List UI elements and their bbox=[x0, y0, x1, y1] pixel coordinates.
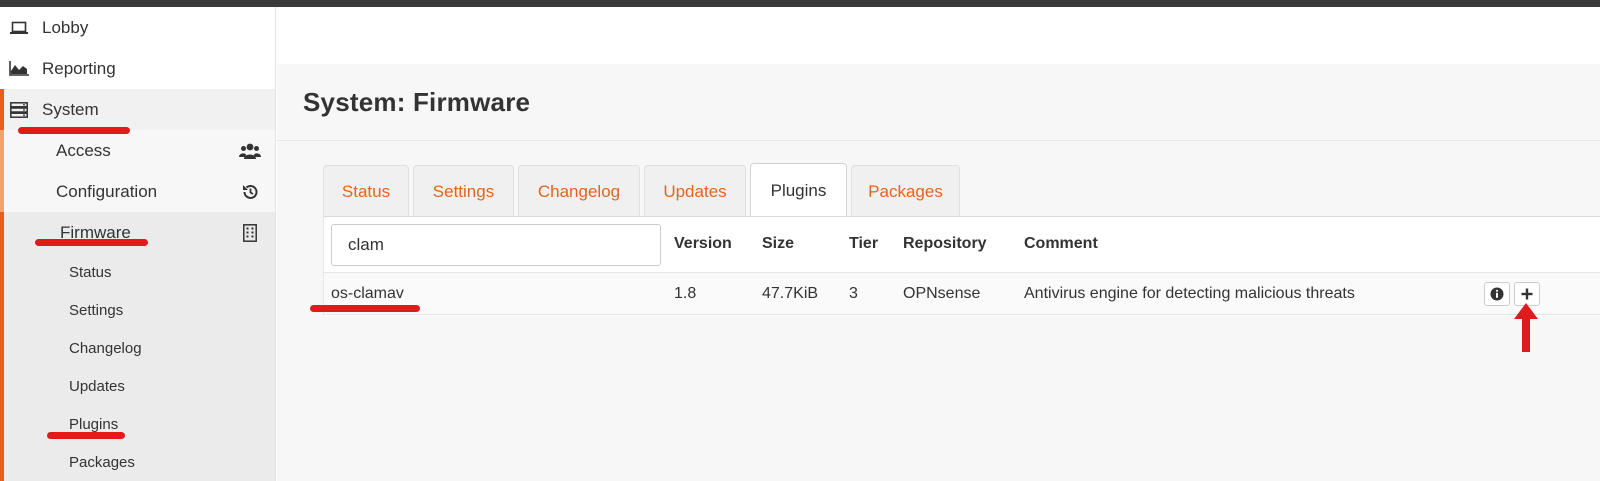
history-icon bbox=[239, 183, 261, 201]
sidebar-item-firmware-plugins[interactable]: Plugins bbox=[4, 405, 275, 443]
info-button[interactable] bbox=[1484, 282, 1510, 306]
sidebar-item-firmware-settings[interactable]: Settings bbox=[4, 291, 275, 329]
page-header: System: Firmware bbox=[277, 64, 1600, 141]
table-row: os-clamav 1.8 47.7KiB 3 OPNsense Antivir… bbox=[324, 273, 1600, 315]
annotation-underline-os-clamav bbox=[310, 305, 420, 312]
plugin-comment: Antivirus engine for detecting malicious… bbox=[1024, 285, 1355, 302]
sidebar-item-label: Lobby bbox=[42, 17, 89, 37]
sidebar-item-access[interactable]: Access bbox=[4, 130, 275, 171]
sidebar-item-label: System bbox=[42, 99, 99, 119]
info-icon bbox=[1490, 287, 1504, 301]
sidebar-item-label: Configuration bbox=[56, 181, 158, 201]
top-bar bbox=[0, 0, 1600, 7]
column-header-version[interactable]: Version bbox=[674, 235, 732, 253]
arrow-up-icon bbox=[1514, 303, 1538, 352]
sidebar-item-firmware-status[interactable]: Status bbox=[4, 253, 275, 291]
users-icon bbox=[239, 142, 261, 160]
plus-icon bbox=[1521, 288, 1533, 300]
sidebar-item-label: Access bbox=[56, 140, 111, 160]
sidebar-item-firmware-packages[interactable]: Packages bbox=[4, 443, 275, 481]
sidebar-item-firmware[interactable]: Firmware bbox=[4, 212, 275, 253]
tab-settings[interactable]: Settings bbox=[413, 165, 514, 217]
main-content: System: Firmware Status Settings Changel… bbox=[277, 7, 1600, 481]
system-submenu: Access Configuration Firmware Status Set… bbox=[0, 130, 275, 481]
firmware-submenu: Firmware Status Settings Changelog Updat… bbox=[0, 212, 275, 481]
search-input[interactable] bbox=[331, 224, 661, 266]
annotation-underline-plugins bbox=[47, 432, 125, 439]
tab-changelog[interactable]: Changelog bbox=[518, 165, 640, 217]
sidebar-item-lobby[interactable]: Lobby bbox=[0, 7, 275, 48]
page-title: System: Firmware bbox=[303, 86, 531, 117]
sidebar-item-reporting[interactable]: Reporting bbox=[0, 48, 275, 89]
column-header-tier[interactable]: Tier bbox=[849, 235, 878, 253]
sidebar-item-label: Reporting bbox=[42, 58, 116, 78]
annotation-underline-system bbox=[18, 127, 130, 134]
plugin-size: 47.7KiB bbox=[762, 285, 819, 302]
area-chart-icon bbox=[8, 61, 30, 76]
annotation-underline-firmware bbox=[35, 239, 148, 246]
plugin-tier: 3 bbox=[849, 285, 858, 302]
sidebar-item-system[interactable]: System bbox=[0, 89, 275, 130]
plugin-version: 1.8 bbox=[674, 285, 697, 302]
tab-status[interactable]: Status bbox=[323, 165, 409, 217]
plugin-repository: OPNsense bbox=[903, 285, 981, 302]
plugin-name: os-clamav bbox=[331, 285, 404, 302]
content-area: Status Settings Changelog Updates Plugin… bbox=[277, 141, 1600, 481]
tab-bar: Status Settings Changelog Updates Plugin… bbox=[323, 163, 964, 217]
server-icon bbox=[8, 101, 30, 118]
table-header: Version Size Tier Repository Comment bbox=[324, 217, 1600, 273]
tab-plugins[interactable]: Plugins bbox=[750, 163, 847, 217]
building-icon bbox=[239, 223, 261, 242]
tab-packages[interactable]: Packages bbox=[851, 165, 960, 217]
column-header-size[interactable]: Size bbox=[762, 235, 794, 253]
column-header-repository[interactable]: Repository bbox=[903, 235, 987, 253]
sidebar-item-configuration[interactable]: Configuration bbox=[4, 171, 275, 212]
laptop-icon bbox=[8, 21, 30, 35]
tab-updates[interactable]: Updates bbox=[644, 165, 746, 217]
sidebar-item-firmware-updates[interactable]: Updates bbox=[4, 367, 275, 405]
sidebar-item-firmware-changelog[interactable]: Changelog bbox=[4, 329, 275, 367]
column-header-comment[interactable]: Comment bbox=[1024, 235, 1098, 253]
plugins-table: Version Size Tier Repository Comment os-… bbox=[323, 216, 1600, 316]
